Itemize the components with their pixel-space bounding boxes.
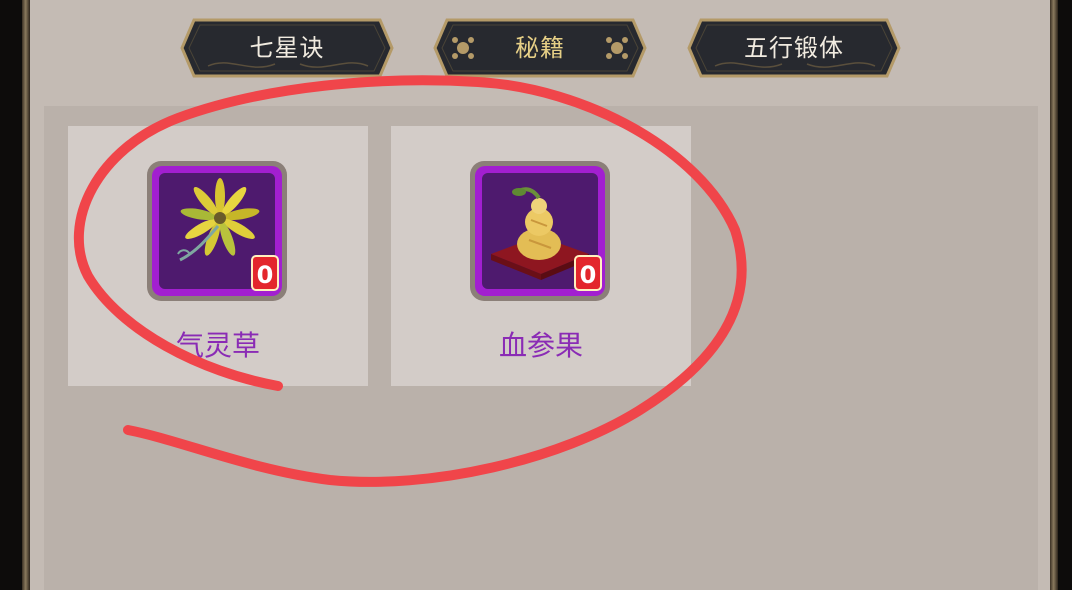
item-name: 血参果 <box>498 329 583 362</box>
frame-right-border <box>1050 0 1058 590</box>
item-card[interactable]: 0 气灵草 <box>68 126 368 386</box>
inventory-panel: 七星诀 秘籍 五行锻体 0 气灵草 0 血参果 <box>30 0 1050 590</box>
tab-label: 秘籍 <box>515 34 565 62</box>
tab-miji[interactable]: 秘籍 <box>433 18 647 78</box>
item-count-badge: 0 <box>580 261 597 289</box>
item-name: 气灵草 <box>175 329 260 362</box>
frame-left-border <box>22 0 30 590</box>
tab-wuxing-duanti[interactable]: 五行锻体 <box>687 18 901 78</box>
blood-ginseng-fruit-icon: 0 <box>470 161 610 301</box>
spirit-grass-icon: 0 <box>147 161 287 301</box>
tab-label: 七星诀 <box>249 34 325 62</box>
item-count-badge: 0 <box>257 261 274 289</box>
tab-qixingjue[interactable]: 七星诀 <box>180 18 394 78</box>
tab-label: 五行锻体 <box>744 34 844 62</box>
game-window-frame: 七星诀 秘籍 五行锻体 0 气灵草 0 血参果 <box>0 0 1072 590</box>
item-card[interactable]: 0 血参果 <box>391 126 691 386</box>
